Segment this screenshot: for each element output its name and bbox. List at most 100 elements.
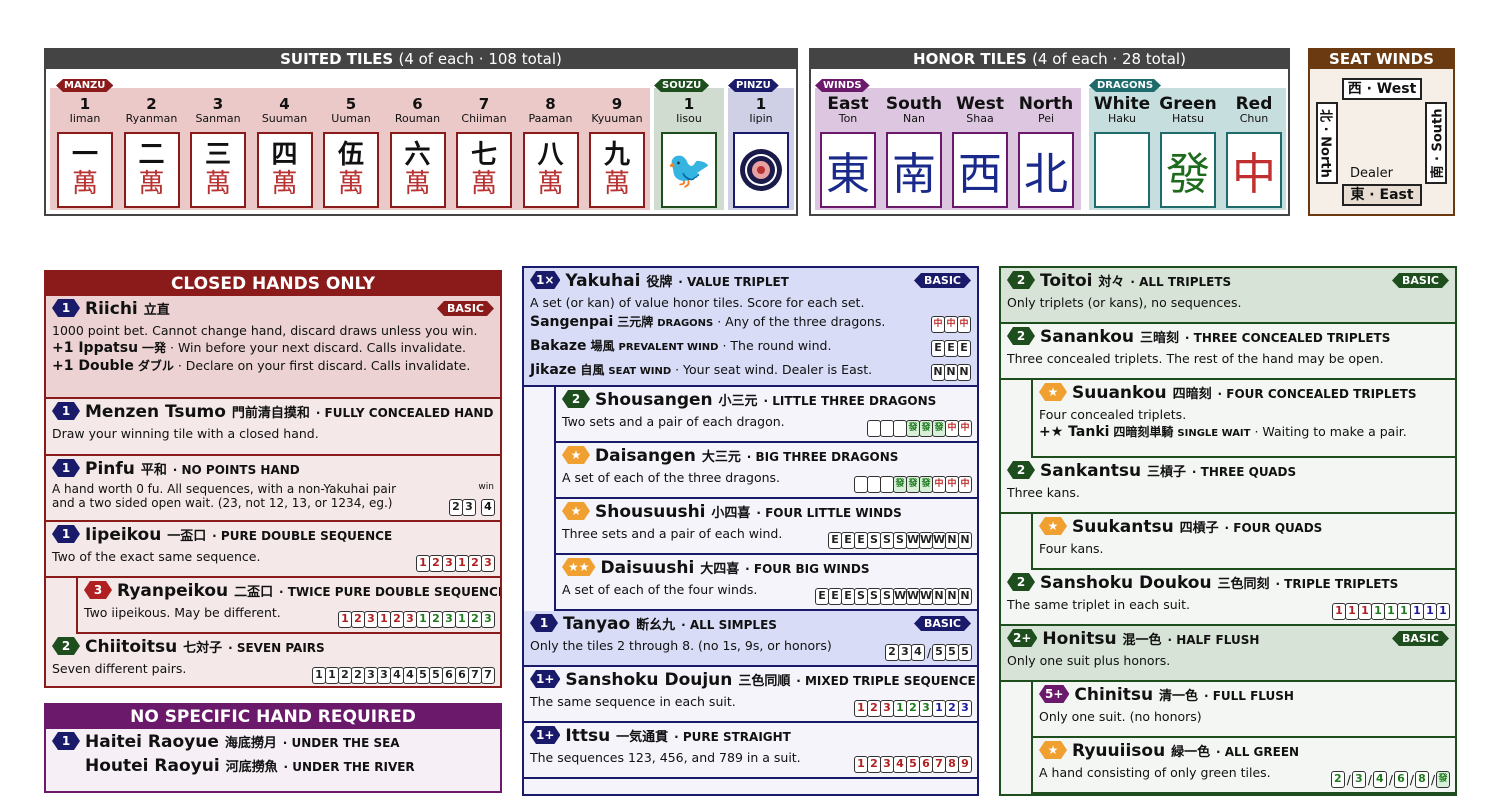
mini-tile: N bbox=[944, 364, 958, 381]
tile-name-en: Red bbox=[1235, 94, 1273, 114]
yaku-name: Yakuhai bbox=[565, 271, 641, 291]
tile-wind-south: South Nan 南 bbox=[881, 96, 947, 208]
yaku-en: · NO POINTS HAND bbox=[172, 463, 300, 477]
wind-glyph: 南 bbox=[892, 149, 936, 200]
yakuhai-title: 1× Yakuhai 役牌 · VALUE TRIPLET bbox=[530, 270, 971, 294]
yaku-jp: 三色同順 bbox=[738, 674, 791, 689]
mini-tile: 1 bbox=[325, 667, 339, 684]
man-glyph: 萬 bbox=[138, 169, 165, 199]
yaku-en: · HALF FLUSH bbox=[1167, 633, 1260, 647]
mini-tile: 1 bbox=[854, 756, 868, 773]
mini-tile: 3 bbox=[481, 611, 495, 628]
yaku-jp: 対々 bbox=[1098, 275, 1125, 290]
mini-tile: 2 bbox=[351, 667, 365, 684]
han-badge: 2 bbox=[1007, 327, 1035, 345]
mini-tile: 1 bbox=[455, 555, 469, 572]
mini-tile: E bbox=[841, 588, 855, 605]
tanki-desc: · Waiting to make a pair. bbox=[1250, 424, 1407, 439]
tanki-line: +★ Tanki 四暗刻単騎 SINGLE WAIT · Waiting to … bbox=[1039, 423, 1449, 443]
separator: / bbox=[1346, 772, 1351, 787]
mini-tile: 3 bbox=[377, 667, 391, 684]
mini-tile: 中 bbox=[944, 316, 958, 333]
dragons-label: DRAGONS bbox=[1089, 79, 1161, 92]
sub-desc: · The round wind. bbox=[718, 338, 832, 353]
yaku-desc: Only triplets (or kans), no sequences. bbox=[1007, 295, 1242, 310]
mini-tile: 3 bbox=[442, 611, 456, 628]
tile-number: 4 bbox=[279, 95, 290, 113]
yaku-honitsu: 2+ Honitsu 混一色 · HALF FLUSH BASIC Only one … bbox=[1001, 626, 1455, 682]
mini-tile: 1 bbox=[1397, 603, 1411, 620]
mini-tile: E bbox=[944, 340, 958, 357]
mini-tile: 4 bbox=[390, 667, 404, 684]
manzu-tile-icon: 二萬 bbox=[123, 132, 180, 208]
dragon-glyph: 發 bbox=[1166, 149, 1210, 200]
yaku-en: · FULL FLUSH bbox=[1203, 689, 1294, 703]
yaku-title: 2 Sanshoku Doukou 三色同刻 · TRIPLE TRIPLETS bbox=[1007, 572, 1449, 596]
yaku-name: Houtei Raoyui bbox=[85, 756, 220, 776]
separator: / bbox=[1409, 772, 1414, 787]
yaku-en: · UNDER THE RIVER bbox=[283, 760, 415, 774]
mini-tile: 中 bbox=[957, 316, 971, 333]
mini-tile: E bbox=[815, 588, 829, 605]
yaku-title: ★ Daisangen 大三元 · BIG THREE DRAGONS bbox=[562, 445, 971, 469]
no-specific-hand-section: NO SPECIFIC HAND REQUIRED 1 Haitei Raoyue… bbox=[44, 703, 502, 793]
mini-tile: 4 bbox=[893, 756, 907, 773]
yaku-shousuushi: ★ Shousuushi 小四喜 · FOUR LITTLE WINDS Three… bbox=[554, 499, 977, 555]
tanki-jp: 四暗刻単騎 bbox=[1113, 425, 1174, 439]
man-glyph: 萬 bbox=[537, 169, 564, 199]
seat-south-label: 南 · South bbox=[1430, 108, 1446, 179]
dragon-tile-icon: 發 bbox=[1160, 132, 1216, 208]
yaku-desc: Three concealed triplets. The rest of th… bbox=[1007, 351, 1384, 366]
example-tiles: 123456789 bbox=[854, 756, 972, 773]
separator: / bbox=[1367, 772, 1372, 787]
han-badge: 3 bbox=[84, 581, 112, 599]
ippatsu-jp: 一発 bbox=[142, 341, 167, 355]
mini-tile: W bbox=[932, 532, 946, 549]
yaku-en: · ALL TRIPLETS bbox=[1130, 275, 1232, 289]
man-glyph: 萬 bbox=[404, 169, 431, 199]
yaku-name: Sanankou bbox=[1040, 327, 1135, 347]
mini-tile: 5 bbox=[429, 667, 443, 684]
wind-tile-icon: 北 bbox=[1018, 132, 1074, 208]
mini-tile: S bbox=[893, 532, 907, 549]
numeral-glyph: 七 bbox=[470, 140, 497, 170]
yaku-jp: 三槓子 bbox=[1146, 465, 1186, 480]
yakuhai-sub-bakaze: Bakaze 場風 PREVALENT WIND · The round win… bbox=[530, 335, 971, 359]
numeral-glyph: 九 bbox=[603, 140, 630, 170]
tile-dragon-green: Green Hatsu 發 bbox=[1155, 96, 1221, 208]
yaku-name: Iipeikou bbox=[85, 525, 162, 545]
mini-tile: 5 bbox=[416, 667, 430, 684]
man-glyph: 萬 bbox=[204, 169, 231, 199]
no-specific-header: NO SPECIFIC HAND REQUIRED bbox=[46, 705, 500, 729]
mini-tile: 3 bbox=[481, 555, 495, 572]
separator: / bbox=[1430, 772, 1435, 787]
yaku-daisuushi: ★★ Daisuushi 大四喜 · FOUR BIG WINDS A set of… bbox=[554, 555, 977, 611]
dragon-tile-icon: 中 bbox=[1226, 132, 1282, 208]
mini-tile: W bbox=[919, 532, 933, 549]
yaku-en: · THREE QUADS bbox=[1191, 465, 1297, 479]
yaku-name: Shousuushi bbox=[595, 502, 706, 522]
yaku-iipeikou: 1 Iipeikou 一盃口 · PURE DOUBLE SEQUENCE Two… bbox=[46, 522, 500, 578]
mini-tile: 8 bbox=[1414, 771, 1429, 788]
han-badge: 2 bbox=[52, 637, 80, 655]
wind-tile-icon: 西 bbox=[952, 132, 1008, 208]
example-tiles: 發發發中中 bbox=[867, 420, 972, 437]
mini-tile: 3 bbox=[1351, 771, 1366, 788]
mini-tile: 2 bbox=[429, 555, 443, 572]
mini-tile: 發 bbox=[1436, 771, 1450, 788]
basic-badge: BASIC bbox=[437, 301, 494, 316]
mini-tile: 3 bbox=[919, 700, 933, 717]
mini-tile: E bbox=[957, 340, 971, 357]
double-jp: ダブル bbox=[137, 359, 174, 373]
tile-manzu-3: 3 Sanman 三萬 bbox=[185, 96, 251, 208]
yaku-desc: A set (or kan) of value honor tiles. Sco… bbox=[530, 295, 865, 310]
yaku-tanyao: 1 Tanyao 断幺九 · ALL SIMPLES BASIC Only the t… bbox=[524, 611, 977, 667]
mini-tile: 發 bbox=[919, 420, 933, 437]
tile-wind-east: East Ton 東 bbox=[815, 96, 881, 208]
tile-name: Iisou bbox=[676, 112, 702, 125]
tile-manzu-5: 5 Uuman 伍萬 bbox=[318, 96, 384, 208]
tile-number: 1 bbox=[683, 95, 695, 113]
han-badge: 1 bbox=[52, 459, 80, 477]
tile-manzu-6: 6 Rouman 六萬 bbox=[385, 96, 451, 208]
tile-name-en: South bbox=[885, 94, 943, 114]
